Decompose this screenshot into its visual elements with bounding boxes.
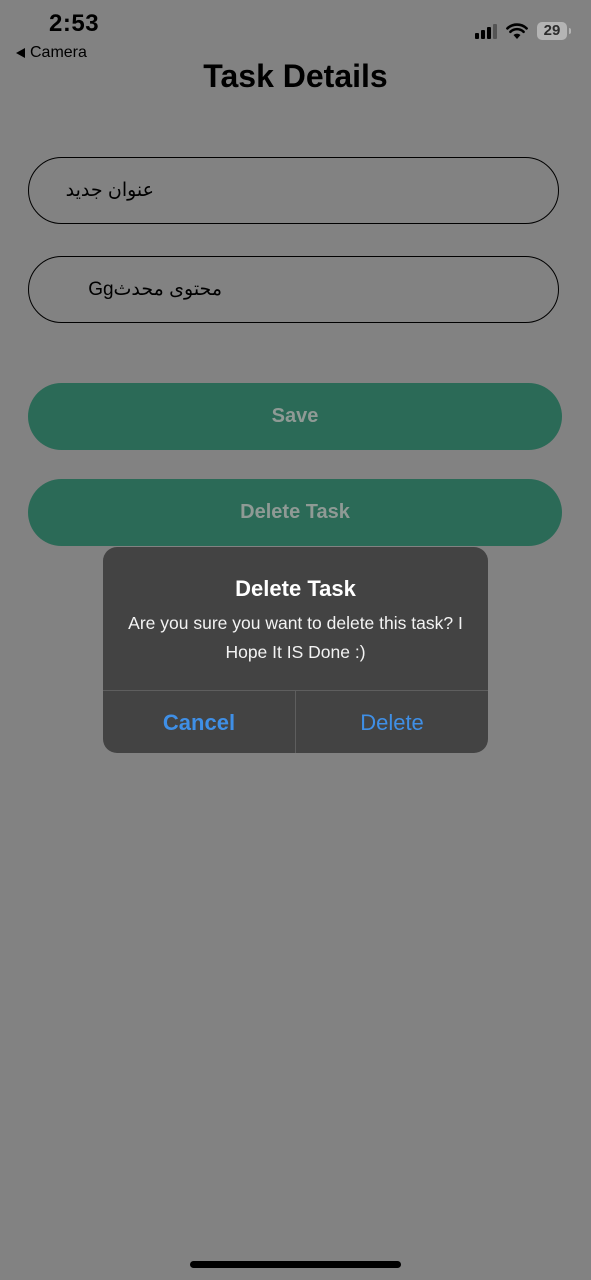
status-icons: 29 xyxy=(475,22,571,40)
dialog-title: Delete Task xyxy=(235,576,356,601)
task-title-input[interactable]: عنوان جدید xyxy=(28,157,559,224)
task-content-input[interactable]: محتوی محدثGg xyxy=(28,256,559,323)
wifi-icon xyxy=(506,22,528,39)
battery-icon: 29 xyxy=(537,22,571,40)
cancel-button[interactable]: Cancel xyxy=(103,691,296,753)
task-content-value: محتوی محدثGg xyxy=(88,279,222,300)
cellular-signal-icon xyxy=(475,23,497,39)
delete-confirm-dialog: Delete Task Are you sure you want to del… xyxy=(103,547,488,753)
save-button[interactable]: Save xyxy=(28,383,562,450)
confirm-delete-button[interactable]: Delete xyxy=(296,691,488,753)
delete-task-button[interactable]: Delete Task xyxy=(28,479,562,546)
home-indicator[interactable] xyxy=(190,1261,401,1268)
page-title: Task Details xyxy=(203,58,388,94)
dialog-actions: Cancel Delete xyxy=(103,690,488,753)
task-title-value: عنوان جدید xyxy=(65,180,154,201)
back-arrow-icon xyxy=(16,48,25,58)
dialog-message: Are you sure you want to delete this tas… xyxy=(128,613,463,662)
status-time: 2:53 xyxy=(49,10,100,37)
